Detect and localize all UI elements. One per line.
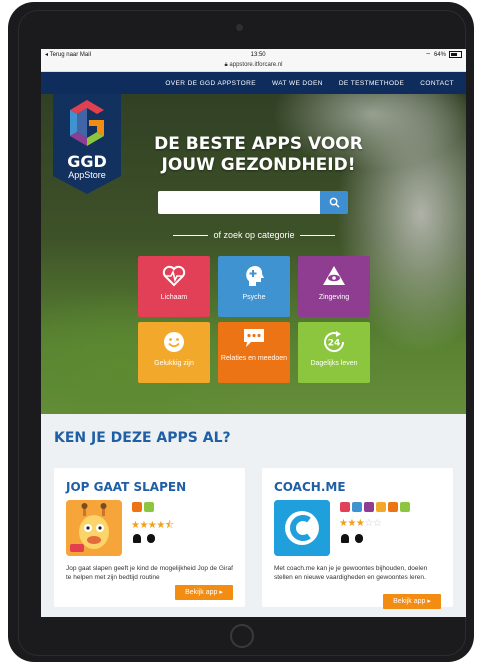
heart-pulse-icon: [162, 265, 186, 287]
head-badge-icon: [352, 502, 362, 512]
status-bar: ◂ Terug naar Mail 13:50 ⌔ 64%: [41, 49, 466, 60]
apple-icon: [147, 534, 155, 543]
battery-percent: 64%: [433, 51, 446, 58]
category-label-lichaam: Lichaam: [160, 294, 188, 301]
tablet-frame: ◂ Terug naar Mail 13:50 ⌔ 64% 🔒︎ appstor…: [8, 2, 474, 662]
nav-item-over[interactable]: OVER DE GGD APPSTORE: [165, 80, 256, 87]
headline-line-2: JOUW GEZONDHEID!: [161, 155, 356, 175]
lock-icon: 🔒︎: [224, 62, 228, 68]
smiley-icon: [164, 332, 184, 352]
search-icon: [329, 197, 340, 208]
headline-line-1: DE BESTE APPS VOOR: [154, 134, 363, 154]
category-badges: [132, 502, 154, 512]
platform-icons: [341, 534, 363, 543]
logo-title: GGD: [67, 152, 107, 171]
wifi-icon: ⌔: [425, 52, 431, 59]
button-label: Bekijk app: [185, 589, 218, 596]
jop-app-icon[interactable]: [66, 500, 122, 556]
button-label: Bekijk app: [393, 598, 426, 605]
category-tile-gelukkig-zijn[interactable]: Gelukkig zijn: [138, 322, 210, 383]
eye-triangle-icon: [323, 266, 345, 285]
app-title[interactable]: JOP GAAT SLAPEN: [66, 480, 186, 494]
chat-badge-icon: [388, 502, 398, 512]
category-label-zingeving: Zingeving: [318, 294, 350, 301]
nav-item-testmethode[interactable]: DE TESTMETHODE: [339, 80, 404, 87]
camera: [236, 24, 243, 31]
category-label: of zoek op categorie: [213, 230, 295, 240]
browser-screen: ◂ Terug naar Mail 13:50 ⌔ 64% 🔒︎ appstor…: [41, 49, 466, 617]
head-plus-icon: [246, 265, 264, 286]
category-label-psyche: Psyche: [242, 294, 266, 301]
search-input[interactable]: [158, 191, 320, 214]
search-button[interactable]: [320, 191, 348, 214]
rating-stars: ★★★★⯪: [131, 520, 174, 531]
android-icon: [341, 534, 349, 543]
category-label-dagelijks-leven: Dagelijks leven: [310, 360, 358, 367]
smiley-badge-icon: [376, 502, 386, 512]
bekijk-app-button[interactable]: Bekijk app ▸: [383, 594, 441, 609]
ggd-logo[interactable]: GGD AppStore: [53, 94, 121, 194]
category-label-relaties: Relaties en meedoen: [220, 355, 288, 362]
category-divider: of zoek op categorie: [173, 230, 335, 240]
category-tile-lichaam[interactable]: Lichaam: [138, 256, 210, 317]
category-tile-relaties-en-meedoen[interactable]: Relaties en meedoen: [218, 322, 290, 383]
chat-badge-icon: [132, 502, 142, 512]
hero-headline: DE BESTE APPS VOOR JOUW GEZONDHEID!: [151, 134, 366, 176]
category-badges: [340, 502, 410, 512]
apple-icon: [355, 534, 363, 543]
chat-dots-icon: [244, 329, 264, 347]
clock-badge-icon: [144, 502, 154, 512]
hero-section: GGD AppStore DE BESTE APPS VOOR JOUW GEZ…: [41, 94, 466, 414]
eye-badge-icon: [364, 502, 374, 512]
logo-subtitle: AppStore: [68, 170, 106, 180]
app-description: Jop gaat slapen geeft je kind de mogelij…: [66, 565, 233, 581]
apps-section-title: KEN JE DEZE APPS AL?: [54, 430, 231, 446]
bekijk-app-button[interactable]: Bekijk app ▸: [175, 585, 233, 600]
category-tile-zingeving[interactable]: Zingeving: [298, 256, 370, 317]
back-to-mail-link[interactable]: ◂ Terug naar Mail: [45, 51, 91, 58]
platform-icons: [133, 534, 155, 543]
nav-item-contact[interactable]: CONTACT: [420, 80, 454, 87]
clock-24-icon: 24: [324, 331, 345, 353]
app-title[interactable]: COACH.ME: [274, 480, 346, 494]
rating-stars: ★★★☆☆: [339, 518, 382, 529]
category-tile-psyche[interactable]: Psyche: [218, 256, 290, 317]
app-description: Met coach.me kan je je gewoontes bijhoud…: [274, 565, 428, 581]
heart-badge-icon: [340, 502, 350, 512]
coachme-app-icon[interactable]: [274, 500, 330, 556]
category-tile-dagelijks-leven[interactable]: 24 Dagelijks leven: [298, 322, 370, 383]
app-card-jop[interactable]: JOP GAAT SLAPEN ★★★★⯪ Jop gaat slapen ge…: [54, 468, 245, 607]
app-card-coachme[interactable]: COACH.ME ★★★☆☆ Met coach.me kan je je ge…: [262, 468, 453, 609]
main-nav: OVER DE GGD APPSTORE WAT WE DOEN DE TEST…: [41, 72, 466, 94]
category-label-gelukkig-zijn: Gelukkig zijn: [154, 360, 194, 367]
status-time: 13:50: [250, 51, 266, 58]
address-bar[interactable]: 🔒︎ appstore.itforcare.nl: [41, 60, 466, 72]
battery-icon: [448, 51, 462, 58]
clock-badge-icon: [400, 502, 410, 512]
android-icon: [133, 534, 141, 543]
home-button[interactable]: [230, 624, 254, 648]
nav-item-wat-we-doen[interactable]: WAT WE DOEN: [272, 80, 323, 87]
apps-section: KEN JE DEZE APPS AL? JOP GAAT SLAPEN ★★★…: [41, 414, 466, 617]
g-logo-icon: [70, 100, 104, 146]
url-text: appstore.itforcare.nl: [229, 62, 283, 68]
svg-text:24: 24: [328, 339, 341, 349]
